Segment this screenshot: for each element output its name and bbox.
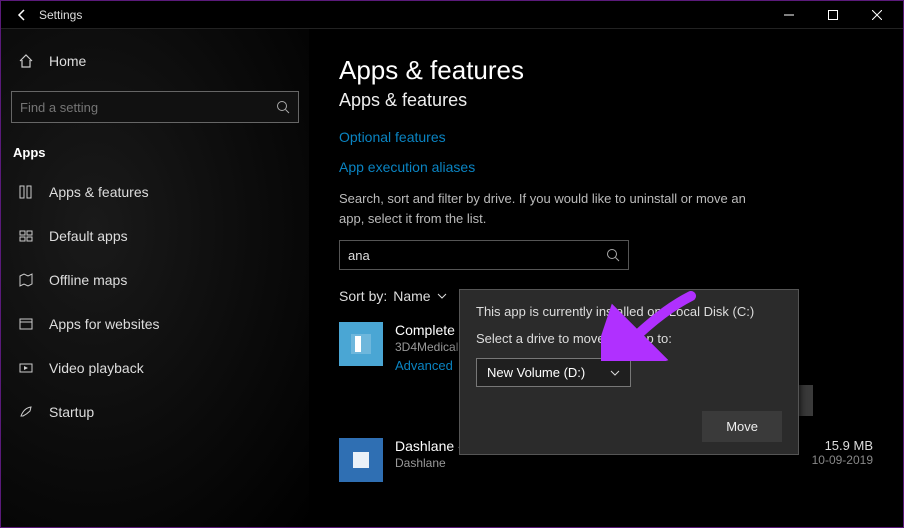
drive-select[interactable]: New Volume (D:): [476, 358, 631, 387]
sort-label: Sort by:: [339, 288, 387, 304]
app-list-search[interactable]: [339, 240, 629, 270]
startup-icon: [17, 404, 35, 420]
app-tile-icon: [339, 438, 383, 482]
sidebar-item-label: Video playback: [49, 360, 144, 376]
sidebar-item-default-apps[interactable]: Default apps: [7, 218, 303, 254]
app-list-search-input[interactable]: [348, 248, 606, 263]
move-app-dialog: This app is currently installed on: Loca…: [459, 289, 799, 455]
apps-websites-icon: [17, 316, 35, 332]
apps-description: Search, sort and filter by drive. If you…: [339, 189, 769, 228]
drive-select-value: New Volume (D:): [487, 365, 585, 380]
sidebar-item-startup[interactable]: Startup: [7, 394, 303, 430]
chevron-down-icon: [437, 291, 447, 301]
app-tile-icon: [339, 322, 383, 366]
home-icon: [17, 53, 35, 69]
apps-features-icon: [17, 184, 35, 200]
sidebar-item-label: Startup: [49, 404, 94, 420]
chevron-down-icon: [610, 368, 620, 378]
sidebar-item-apps-for-websites[interactable]: Apps for websites: [7, 306, 303, 342]
dialog-move-button[interactable]: Move: [702, 411, 782, 442]
app-size: 15.9 MB: [812, 438, 873, 453]
sidebar: Home Apps Apps & features Default app: [1, 29, 309, 527]
settings-search[interactable]: [11, 91, 299, 123]
sidebar-item-label: Offline maps: [49, 272, 127, 288]
app-meta: 15.9 MB 10-09-2019: [812, 438, 873, 467]
settings-search-input[interactable]: [20, 100, 276, 115]
section-title: Apps & features: [339, 90, 873, 111]
maximize-button[interactable]: [811, 1, 855, 29]
app-name: Complete: [395, 322, 458, 338]
dialog-select-prompt: Select a drive to move this app to:: [476, 331, 782, 346]
titlebar: Settings: [1, 1, 903, 29]
settings-window: Settings Home: [0, 0, 904, 528]
window-title: Settings: [39, 8, 82, 22]
sidebar-item-apps-features[interactable]: Apps & features: [7, 174, 303, 210]
sidebar-item-label: Apps for websites: [49, 316, 160, 332]
link-optional-features[interactable]: Optional features: [339, 129, 873, 145]
sidebar-section-label: Apps: [7, 139, 303, 166]
window-controls: [767, 1, 899, 29]
sidebar-item-video-playback[interactable]: Video playback: [7, 350, 303, 386]
link-app-execution-aliases[interactable]: App execution aliases: [339, 159, 873, 175]
page-title: Apps & features: [339, 55, 873, 86]
sidebar-item-offline-maps[interactable]: Offline maps: [7, 262, 303, 298]
video-playback-icon: [17, 360, 35, 376]
search-icon: [276, 100, 290, 114]
app-publisher: 3D4Medical: [395, 340, 458, 354]
offline-maps-icon: [17, 272, 35, 288]
dialog-installed-on: This app is currently installed on: Loca…: [476, 304, 782, 319]
sidebar-item-label: Default apps: [49, 228, 128, 244]
sort-value: Name: [393, 288, 430, 304]
app-publisher: Dashlane: [395, 456, 587, 470]
back-icon[interactable]: [15, 8, 29, 22]
default-apps-icon: [17, 228, 35, 244]
search-icon: [606, 248, 620, 262]
app-date: 10-09-2019: [812, 453, 873, 467]
close-button[interactable]: [855, 1, 899, 29]
link-advanced-options[interactable]: Advanced: [395, 358, 458, 373]
minimize-button[interactable]: [767, 1, 811, 29]
sidebar-home[interactable]: Home: [7, 45, 303, 77]
sidebar-item-label: Apps & features: [49, 184, 149, 200]
sidebar-home-label: Home: [49, 53, 86, 69]
